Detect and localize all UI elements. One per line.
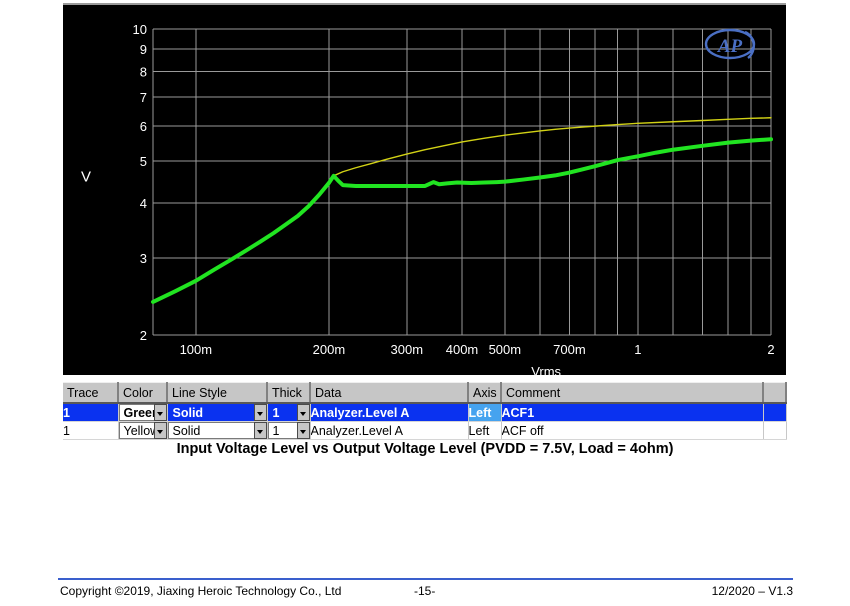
footer-version: 12/2020 – V1.3 [711,584,793,598]
table-row[interactable]: 1 Green Solid 1 Analyzer.Level A [63,403,787,422]
svg-text:500m: 500m [489,342,522,357]
color-combobox[interactable]: Yellow [118,422,166,439]
ap-graph-panel: 2 3 4 5 6 7 8 9 10 100m 200m 300m 400m 500m 700m 1 2 V Vrm… [63,3,786,377]
thickness-combobox[interactable]: 1 [267,404,309,421]
chevron-down-icon[interactable] [253,422,266,439]
table-row[interactable]: 1 Yellow Solid 1 Analyzer.Level A [63,421,787,440]
svg-text:100m: 100m [180,342,213,357]
thickness-value: 1 [267,404,297,421]
column-header-thick[interactable]: Thick [267,382,311,404]
line-style-combobox[interactable]: Solid [167,422,266,439]
column-header-comment[interactable]: Comment [501,382,764,404]
color-value: Yellow [118,422,154,439]
cell-color[interactable]: Yellow [118,421,168,440]
svg-text:8: 8 [140,64,147,79]
chevron-down-icon[interactable] [153,422,166,439]
cell-data[interactable]: Analyzer.Level A [310,421,469,440]
svg-text:3: 3 [140,251,147,266]
cell-axis[interactable]: Left [468,421,502,440]
column-header-spacer [763,382,787,404]
cell-trace[interactable]: 1 [63,421,119,440]
cell-line-style[interactable]: Solid [167,403,268,422]
svg-text:9: 9 [140,42,147,57]
svg-text:200m: 200m [313,342,346,357]
cell-spacer [763,421,787,440]
footer-divider [58,578,793,580]
cell-thick[interactable]: 1 [267,403,311,422]
footer-page-number: -15- [414,584,436,598]
cell-axis[interactable]: Left [468,403,502,422]
line-style-value: Solid [167,422,254,439]
svg-text:AP: AP [717,36,743,57]
column-header-line-style[interactable]: Line Style [167,382,268,404]
chevron-down-icon[interactable] [296,422,309,439]
plot-area: 2 3 4 5 6 7 8 9 10 100m 200m 300m 400m 500m 700m 1 2 V Vrm… [81,22,775,377]
chevron-down-icon[interactable] [153,404,166,421]
svg-text:700m: 700m [553,342,586,357]
column-header-trace[interactable]: Trace [63,382,119,404]
svg-text:4: 4 [140,196,147,211]
svg-text:6: 6 [140,119,147,134]
cell-thick[interactable]: 1 [267,421,311,440]
page-footer: Copyright ©2019, Jiaxing Heroic Technolo… [58,582,793,602]
chevron-down-icon[interactable] [253,404,266,421]
footer-copyright: Copyright ©2019, Jiaxing Heroic Technolo… [60,584,342,598]
column-header-data[interactable]: Data [310,382,469,404]
svg-text:5: 5 [140,154,147,169]
cell-data[interactable]: Analyzer.Level A [310,403,469,422]
figure-caption: Input Voltage Level vs Output Voltage Le… [176,441,674,457]
table-header-row: Trace Color Line Style Thick Data Axis C… [63,382,787,404]
svg-text:2: 2 [767,342,774,357]
column-header-axis[interactable]: Axis [468,382,502,404]
line-style-combobox[interactable]: Solid [167,404,266,421]
thickness-combobox[interactable]: 1 [267,422,309,439]
thickness-value: 1 [267,422,297,439]
line-style-value: Solid [167,404,254,421]
cell-spacer [763,403,787,422]
svg-text:10: 10 [133,22,147,37]
svg-text:300m: 300m [391,342,424,357]
trace-settings-table[interactable]: Trace Color Line Style Thick Data Axis C… [63,382,787,440]
cell-comment[interactable]: ACF off [501,421,764,440]
cell-color[interactable]: Green [118,403,168,422]
column-header-color[interactable]: Color [118,382,168,404]
cell-comment[interactable]: ACF1 [501,403,764,422]
svg-text:V: V [81,169,91,186]
svg-text:7: 7 [140,90,147,105]
chevron-down-icon[interactable] [296,404,309,421]
cell-line-style[interactable]: Solid [167,421,268,440]
svg-text:Vrms: Vrms [531,364,561,377]
color-value: Green [118,404,154,421]
color-combobox[interactable]: Green [118,404,166,421]
cell-trace[interactable]: 1 [63,403,119,422]
svg-text:400m: 400m [446,342,479,357]
ap-logo-icon: AP [704,28,756,60]
svg-text:2: 2 [140,328,147,343]
svg-text:1: 1 [634,342,641,357]
